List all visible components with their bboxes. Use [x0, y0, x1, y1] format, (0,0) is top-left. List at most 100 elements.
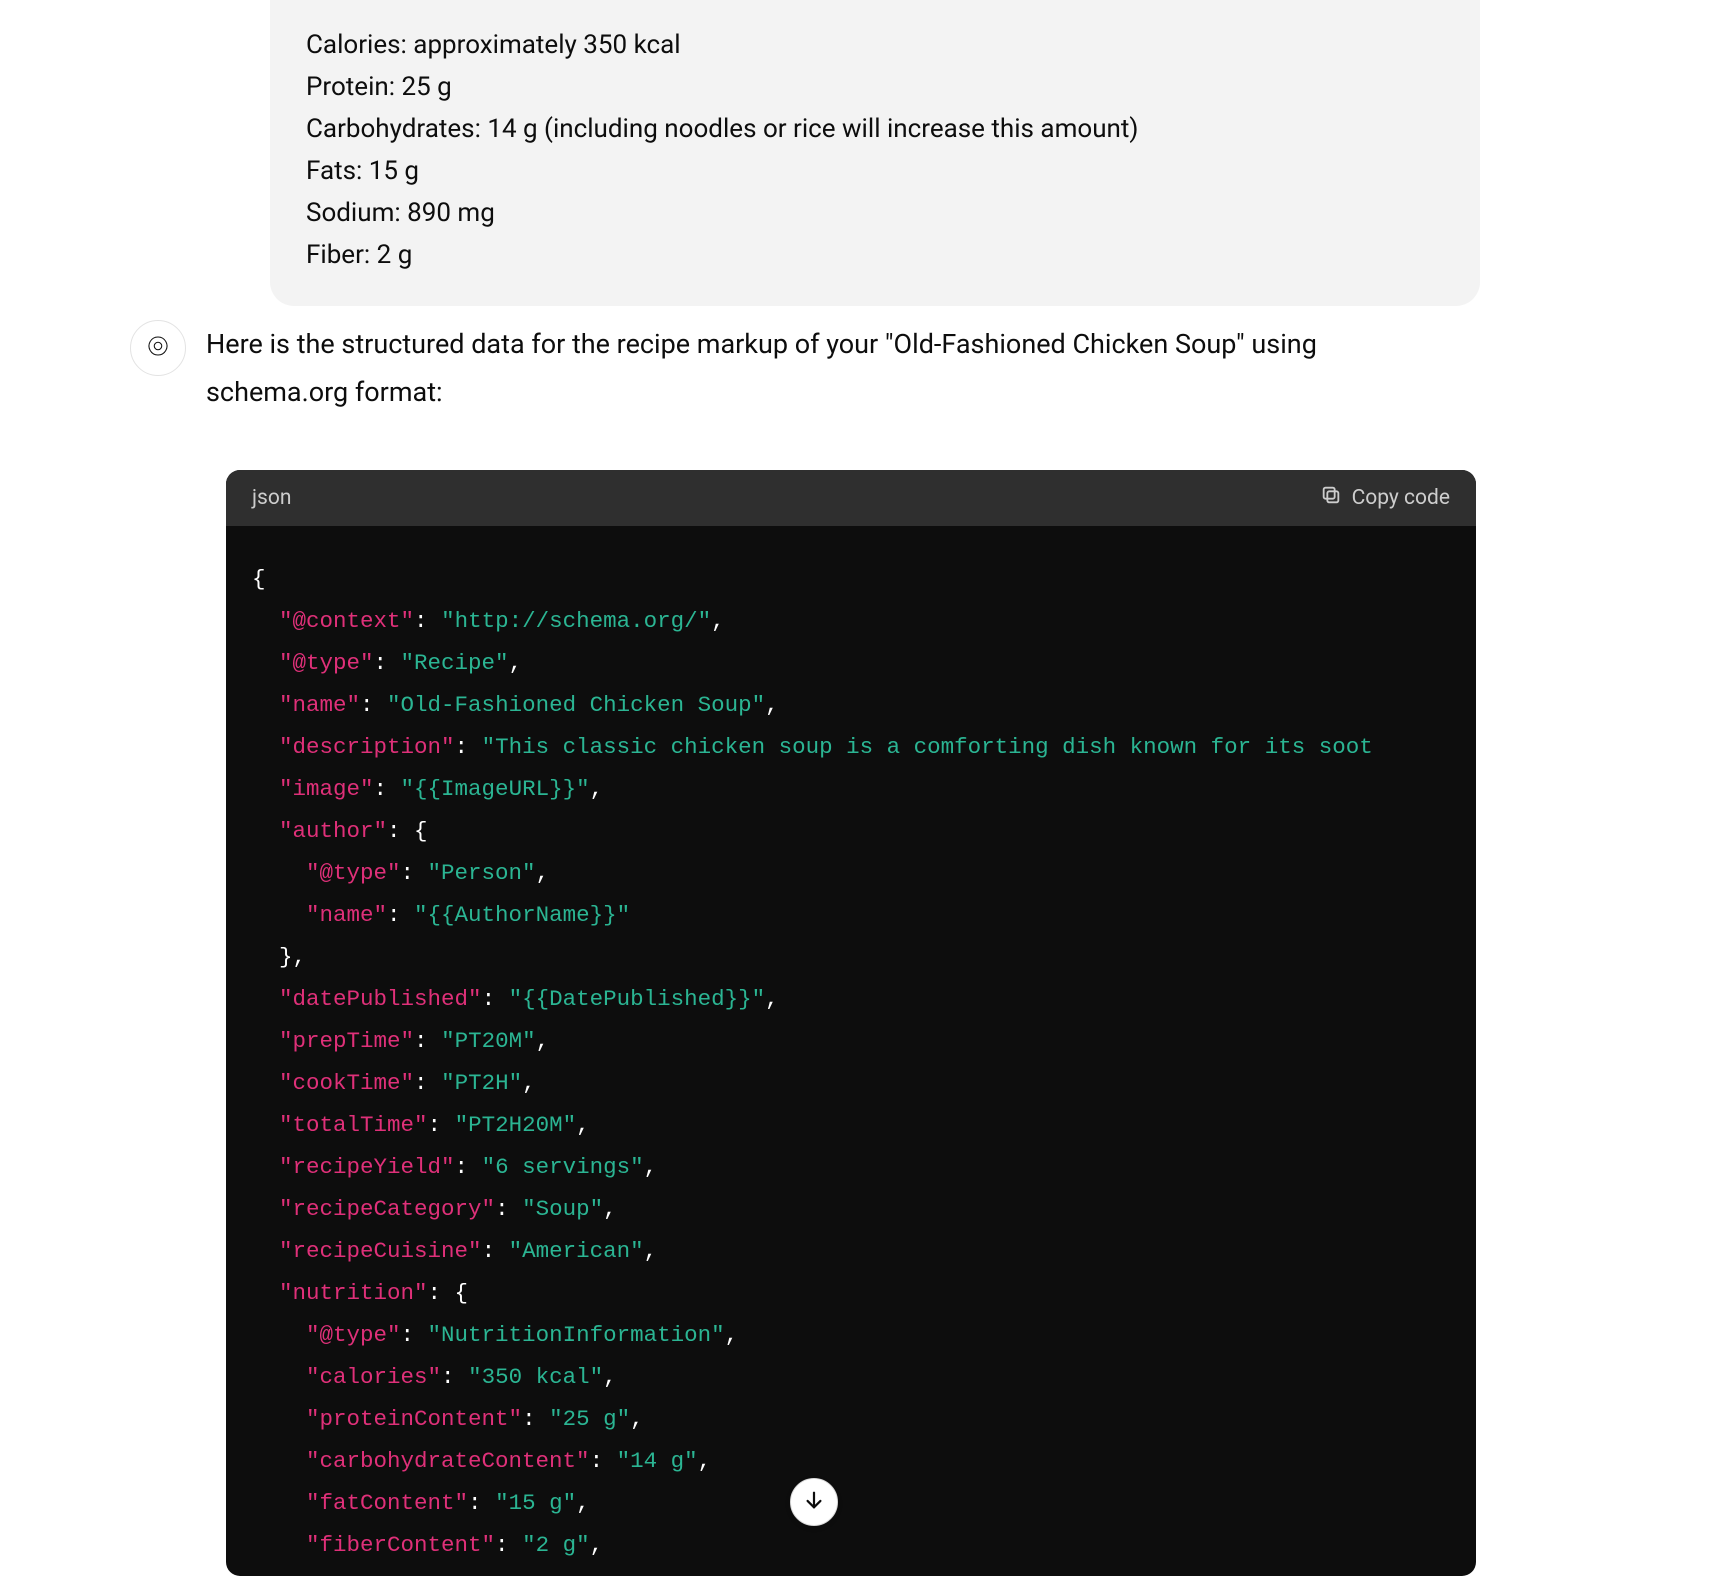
code-token: "NutritionInformation": [428, 1322, 725, 1348]
code-token: "author": [279, 818, 387, 844]
code-token: :: [482, 986, 509, 1012]
code-token: "cookTime": [279, 1070, 414, 1096]
code-token: "fiberContent": [306, 1532, 495, 1558]
code-token: :: [482, 1238, 509, 1264]
code-token: ,: [603, 1364, 617, 1390]
code-token: "This classic chicken soup is a comforti…: [482, 734, 1373, 760]
code-token: [252, 986, 279, 1012]
code-token: ,: [630, 1406, 644, 1432]
code-token: "@context": [279, 608, 414, 634]
code-token: "6 servings": [482, 1154, 644, 1180]
code-token: "proteinContent": [306, 1406, 522, 1432]
code-token: "prepTime": [279, 1028, 414, 1054]
assistant-header-row: Here is the structured data for the reci…: [130, 320, 1480, 416]
user-line: Calories: approximately 350 kcal: [306, 24, 1444, 66]
assistant-avatar: [130, 320, 186, 376]
code-token: "description": [279, 734, 455, 760]
code-token: "fatContent": [306, 1490, 468, 1516]
code-token: ,: [522, 1070, 536, 1096]
code-token: "name": [279, 692, 360, 718]
arrow-down-icon: [803, 1489, 825, 1515]
code-token: :: [374, 776, 401, 802]
code-token: [252, 818, 279, 844]
user-line: Fats: 15 g: [306, 150, 1444, 192]
code-token: [252, 1406, 306, 1432]
code-token: ,: [590, 1532, 604, 1558]
code-token: : {: [387, 818, 428, 844]
code-token: ,: [590, 776, 604, 802]
code-token: "Soup": [522, 1196, 603, 1222]
code-token: [252, 1112, 279, 1138]
code-token: "recipeCuisine": [279, 1238, 482, 1264]
code-token: :: [468, 1490, 495, 1516]
code-token: ,: [765, 986, 779, 1012]
copy-code-button[interactable]: Copy code: [1320, 484, 1450, 512]
code-token: "Person": [428, 860, 536, 886]
code-token: "@type": [306, 860, 401, 886]
code-token: "nutrition": [279, 1280, 428, 1306]
code-token: "{{DatePublished}}": [509, 986, 766, 1012]
openai-logo-icon: [143, 331, 173, 365]
scroll-to-bottom-button[interactable]: [790, 1478, 838, 1526]
code-token: [252, 1322, 306, 1348]
code-token: [252, 1196, 279, 1222]
code-token: :: [590, 1448, 617, 1474]
code-token: "recipeYield": [279, 1154, 455, 1180]
code-block-body[interactable]: { "@context": "http://schema.org/", "@ty…: [226, 526, 1476, 1576]
user-line: Fiber: 2 g: [306, 234, 1444, 276]
code-token: "calories": [306, 1364, 441, 1390]
code-token: [252, 734, 279, 760]
user-line: Sodium: 890 mg: [306, 192, 1444, 234]
code-token: :: [360, 692, 387, 718]
code-token: [252, 1280, 279, 1306]
code-token: "name": [306, 902, 387, 928]
code-token: {: [252, 566, 266, 592]
code-token: "14 g": [617, 1448, 698, 1474]
code-token: :: [401, 860, 428, 886]
code-token: "PT2H": [441, 1070, 522, 1096]
code-token: "datePublished": [279, 986, 482, 1012]
code-token: "25 g": [549, 1406, 630, 1432]
assistant-message: Here is the structured data for the reci…: [130, 320, 1480, 1576]
code-token: :: [495, 1532, 522, 1558]
code-token: ,: [536, 860, 550, 886]
code-token: [252, 692, 279, 718]
code-token: :: [414, 1070, 441, 1096]
code-token: :: [455, 734, 482, 760]
code-token: "350 kcal": [468, 1364, 603, 1390]
code-token: :: [401, 1322, 428, 1348]
code-token: ,: [725, 1322, 739, 1348]
assistant-intro-text: Here is the structured data for the reci…: [206, 320, 1366, 416]
code-token: [252, 776, 279, 802]
copy-code-label: Copy code: [1352, 486, 1450, 510]
code-token: "totalTime": [279, 1112, 428, 1138]
code-token: ,: [509, 650, 523, 676]
code-token: [252, 1490, 306, 1516]
code-token: :: [414, 1028, 441, 1054]
code-token: ,: [536, 1028, 550, 1054]
code-token: : {: [428, 1280, 469, 1306]
page-root: Calories: approximately 350 kcal Protein…: [0, 0, 1715, 1554]
code-token: [252, 1238, 279, 1264]
code-token: "{{ImageURL}}": [401, 776, 590, 802]
code-token: "2 g": [522, 1532, 590, 1558]
code-token: :: [414, 608, 441, 634]
code-token: :: [374, 650, 401, 676]
code-token: :: [387, 902, 414, 928]
code-token: :: [441, 1364, 468, 1390]
code-token: ,: [765, 692, 779, 718]
code-token: "recipeCategory": [279, 1196, 495, 1222]
copy-icon: [1320, 484, 1342, 512]
code-block-header: json Copy code: [226, 470, 1476, 526]
code-token: ,: [576, 1490, 590, 1516]
code-token: "Recipe": [401, 650, 509, 676]
user-message-bubble: Calories: approximately 350 kcal Protein…: [270, 0, 1480, 306]
code-token: "15 g": [495, 1490, 576, 1516]
code-token: :: [495, 1196, 522, 1222]
code-token: "PT20M": [441, 1028, 536, 1054]
code-token: },: [252, 944, 306, 970]
code-token: [252, 860, 306, 886]
code-token: [252, 1364, 306, 1390]
code-token: "PT2H20M": [455, 1112, 577, 1138]
code-token: [252, 1028, 279, 1054]
